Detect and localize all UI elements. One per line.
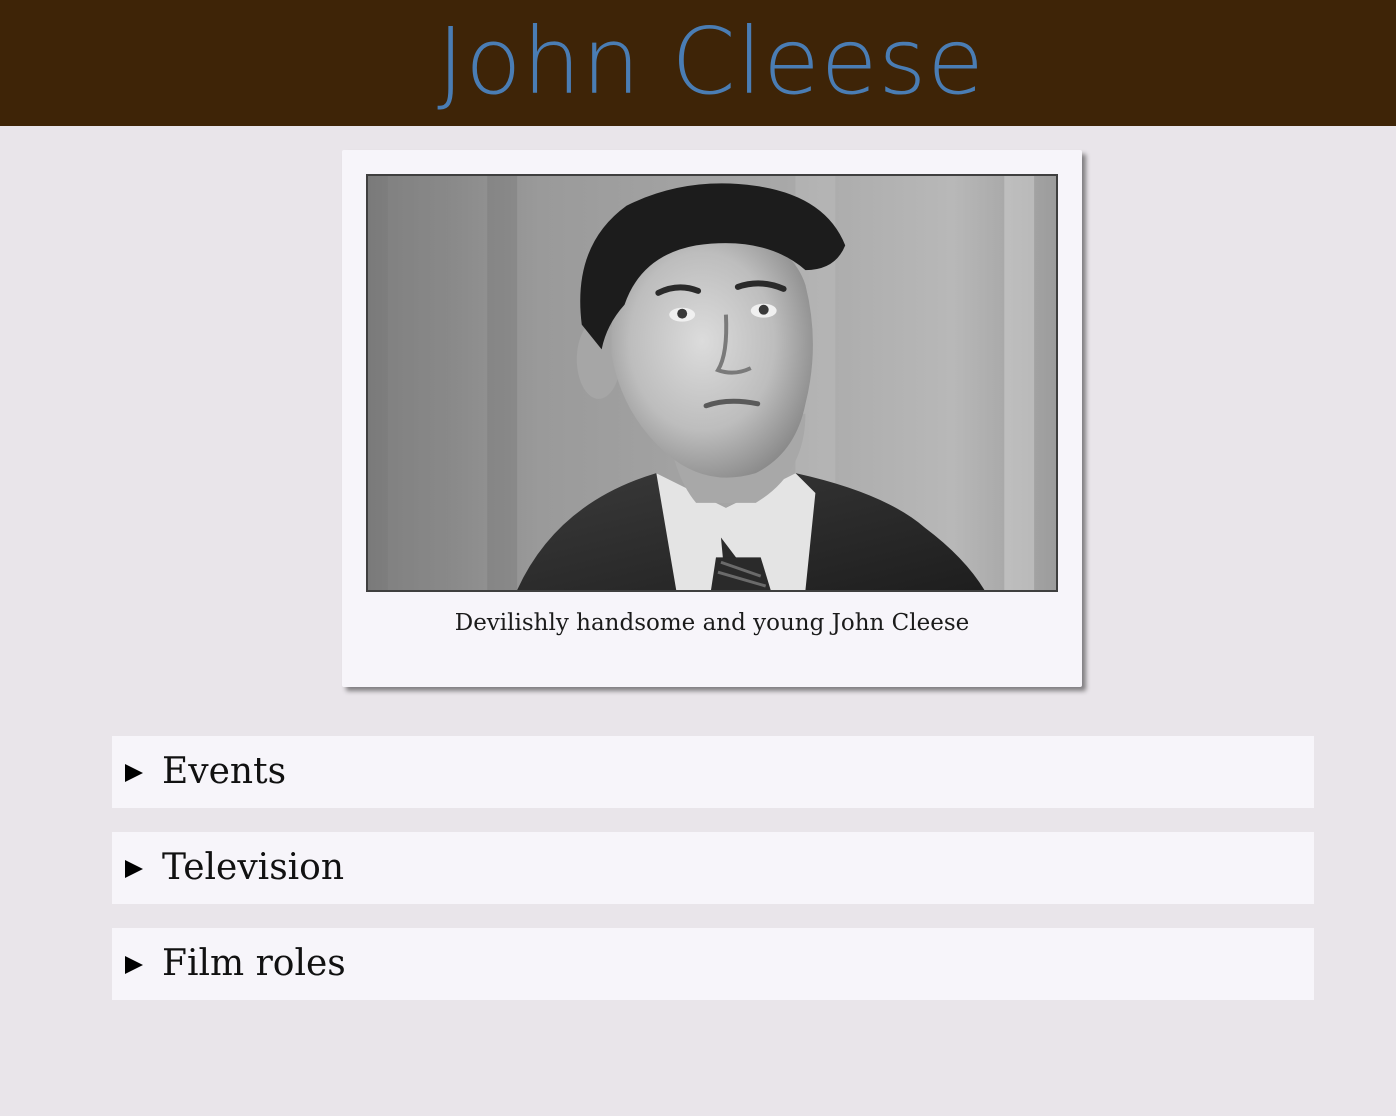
section-label-television: Television (162, 847, 345, 888)
triangle-right-icon (125, 860, 143, 878)
triangle-right-icon (125, 764, 143, 782)
portrait-photo (366, 174, 1058, 592)
page-title: John Cleese (437, 8, 985, 115)
triangle-right-icon (125, 956, 143, 974)
collapsible-sections: Events Television Film roles (112, 736, 1314, 1024)
site-header: John Cleese (0, 0, 1396, 126)
section-label-film-roles: Film roles (162, 943, 346, 984)
section-events[interactable]: Events (112, 736, 1314, 808)
portrait-caption: Devilishly handsome and young John Clees… (454, 610, 970, 636)
section-television[interactable]: Television (112, 832, 1314, 904)
section-label-events: Events (162, 751, 287, 792)
portrait-figure: Devilishly handsome and young John Clees… (342, 150, 1082, 687)
section-film-roles[interactable]: Film roles (112, 928, 1314, 1000)
portrait-image (368, 176, 1056, 590)
